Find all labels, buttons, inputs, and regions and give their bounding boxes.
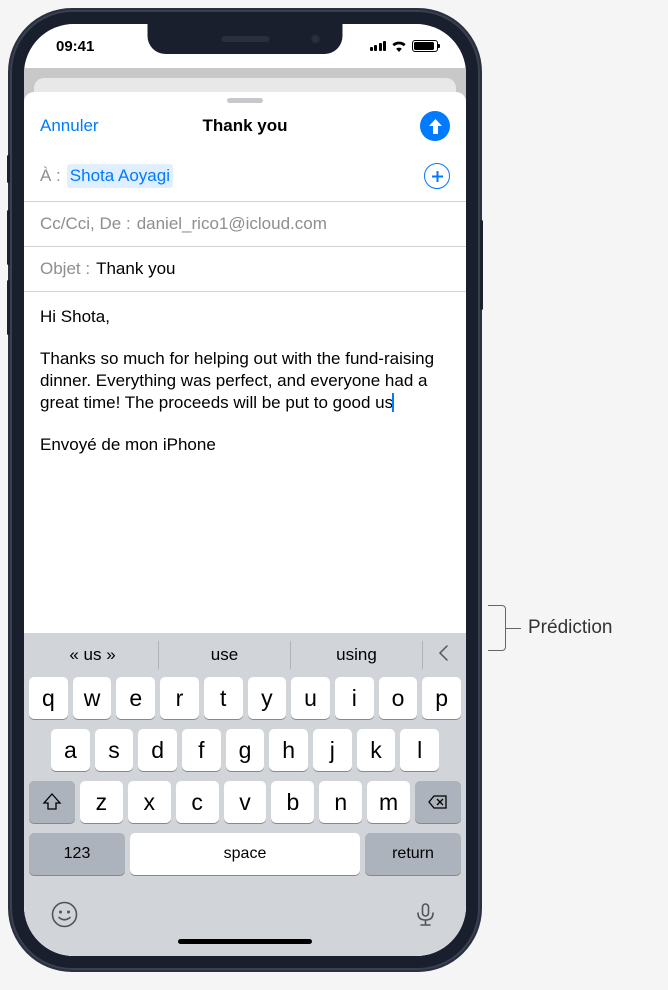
key-e[interactable]: e xyxy=(116,677,155,719)
phone-frame: 09:41 Annuler Thank you À : Shota Aoyagi xyxy=(10,10,480,970)
send-button[interactable] xyxy=(420,111,450,141)
notch xyxy=(148,24,343,54)
key-n[interactable]: n xyxy=(319,781,362,823)
key-h[interactable]: h xyxy=(269,729,308,771)
key-row-1: q w e r t y u i o p xyxy=(27,677,463,719)
nav-title: Thank you xyxy=(202,116,287,136)
key-k[interactable]: k xyxy=(357,729,396,771)
to-label: À : xyxy=(40,166,61,186)
arrow-up-icon xyxy=(429,119,442,134)
add-recipient-button[interactable] xyxy=(424,163,450,189)
home-indicator[interactable] xyxy=(178,939,312,944)
body-signature: Envoyé de mon iPhone xyxy=(40,434,450,456)
key-row-3: z x c v b n m xyxy=(27,781,463,823)
shift-icon xyxy=(42,792,62,812)
subject-value: Thank you xyxy=(96,259,175,279)
speaker-grille xyxy=(221,36,269,42)
body-paragraph: Thanks so much for helping out with the … xyxy=(40,348,450,414)
battery-icon xyxy=(412,40,438,52)
key-row-4: 123 space return xyxy=(27,833,463,875)
prediction-1[interactable]: « us » xyxy=(27,641,159,669)
cancel-button[interactable]: Annuler xyxy=(40,116,99,136)
backspace-icon xyxy=(428,792,448,812)
key-j[interactable]: j xyxy=(313,729,352,771)
cellular-signal-icon xyxy=(370,41,387,51)
key-i[interactable]: i xyxy=(335,677,374,719)
plus-icon xyxy=(431,170,444,183)
subject-label: Objet : xyxy=(40,259,90,279)
callout-label: Prédiction xyxy=(528,617,613,639)
chevron-left-icon xyxy=(438,645,448,661)
to-field[interactable]: À : Shota Aoyagi xyxy=(24,151,466,202)
keyboard: « us » use using q w e r t y u i o xyxy=(24,633,466,956)
key-s[interactable]: s xyxy=(95,729,134,771)
cc-bcc-from-field[interactable]: Cc/Cci, De : daniel_rico1@icloud.com xyxy=(24,202,466,247)
key-g[interactable]: g xyxy=(226,729,265,771)
space-key[interactable]: space xyxy=(130,833,360,875)
subject-field[interactable]: Objet : Thank you xyxy=(24,247,466,292)
emoji-key-icon[interactable] xyxy=(51,901,78,928)
nav-bar: Annuler Thank you xyxy=(24,103,466,151)
key-m[interactable]: m xyxy=(367,781,410,823)
callout-bracket xyxy=(488,605,506,651)
prediction-3[interactable]: using xyxy=(291,641,423,669)
keyboard-bottom-row xyxy=(27,885,463,933)
key-d[interactable]: d xyxy=(138,729,177,771)
key-f[interactable]: f xyxy=(182,729,221,771)
cc-label: Cc/Cci, De : xyxy=(40,214,131,234)
key-x[interactable]: x xyxy=(128,781,171,823)
status-indicators xyxy=(370,40,439,52)
front-camera xyxy=(311,34,321,44)
return-key[interactable]: return xyxy=(365,833,461,875)
dictation-key-icon[interactable] xyxy=(412,901,439,928)
status-time: 09:41 xyxy=(56,38,94,55)
key-v[interactable]: v xyxy=(224,781,267,823)
screen: 09:41 Annuler Thank you À : Shota Aoyagi xyxy=(24,24,466,956)
text-cursor xyxy=(392,393,394,412)
delete-key[interactable] xyxy=(415,781,461,823)
key-q[interactable]: q xyxy=(29,677,68,719)
key-a[interactable]: a xyxy=(51,729,90,771)
key-r[interactable]: r xyxy=(160,677,199,719)
wifi-icon xyxy=(391,40,407,52)
key-l[interactable]: l xyxy=(400,729,439,771)
shift-key[interactable] xyxy=(29,781,75,823)
key-y[interactable]: y xyxy=(248,677,287,719)
compose-sheet: Annuler Thank you À : Shota Aoyagi Cc/Cc… xyxy=(24,92,466,956)
side-button xyxy=(480,220,483,310)
key-o[interactable]: o xyxy=(379,677,418,719)
key-w[interactable]: w xyxy=(73,677,112,719)
volume-down-button xyxy=(7,280,10,335)
key-t[interactable]: t xyxy=(204,677,243,719)
numbers-key[interactable]: 123 xyxy=(29,833,125,875)
key-u[interactable]: u xyxy=(291,677,330,719)
key-row-2: a s d f g h j k l xyxy=(27,729,463,771)
callout-annotation: Prédiction xyxy=(488,605,613,651)
body-greeting: Hi Shota, xyxy=(40,306,450,328)
key-p[interactable]: p xyxy=(422,677,461,719)
prediction-bar: « us » use using xyxy=(27,633,463,677)
from-value: daniel_rico1@icloud.com xyxy=(137,214,327,234)
key-z[interactable]: z xyxy=(80,781,123,823)
mute-switch xyxy=(7,155,10,183)
recipient-chip[interactable]: Shota Aoyagi xyxy=(67,164,173,188)
prediction-2[interactable]: use xyxy=(159,641,291,669)
key-b[interactable]: b xyxy=(271,781,314,823)
volume-up-button xyxy=(7,210,10,265)
collapse-predictions-button[interactable] xyxy=(423,644,463,667)
key-c[interactable]: c xyxy=(176,781,219,823)
message-body[interactable]: Hi Shota, Thanks so much for helping out… xyxy=(24,292,466,633)
